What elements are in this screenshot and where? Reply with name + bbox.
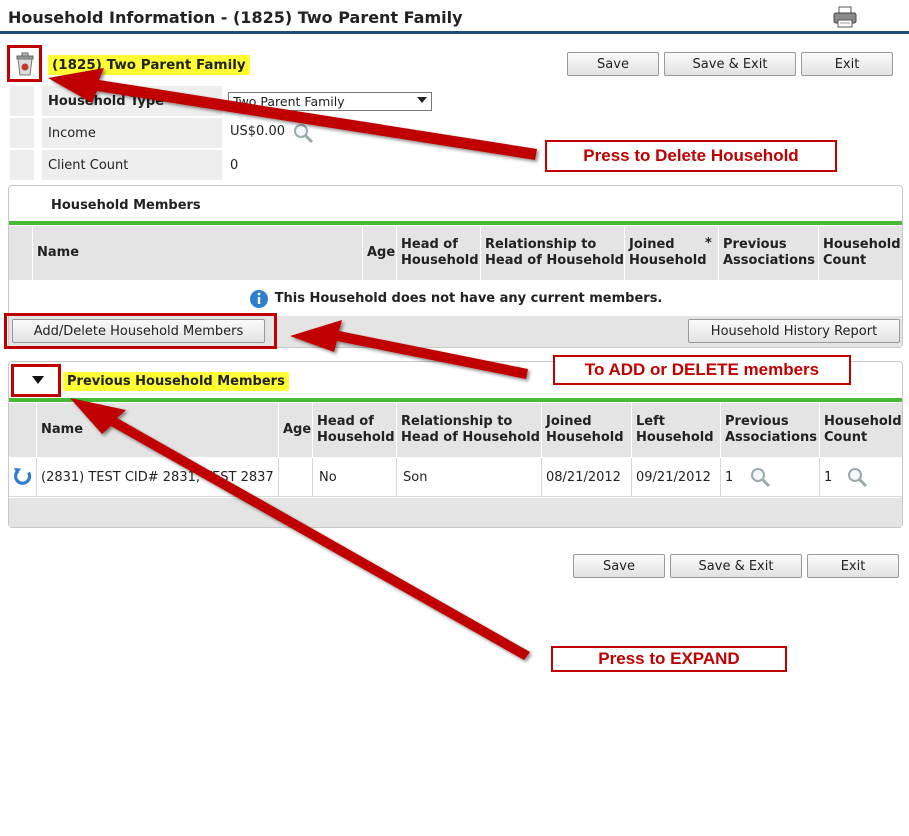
household-type-label: Household Type <box>42 86 222 116</box>
prev-col-relationship[interactable]: Relationship to Head of Household <box>397 403 542 457</box>
member-joined: 08/21/2012 <box>542 458 632 496</box>
callout-expand: Press to EXPAND <box>551 646 787 672</box>
save-exit-button-top[interactable]: Save & Exit <box>664 52 796 76</box>
info-row-spacer <box>10 86 34 116</box>
table-row: (2831) TEST CID# 2831, TEST 2837 No Son … <box>9 458 902 497</box>
client-count-label: Client Count <box>42 150 222 180</box>
expand-highlight-box <box>11 364 61 397</box>
member-age <box>279 458 313 496</box>
info-row-spacer <box>10 118 34 148</box>
panel-divider <box>9 221 902 225</box>
household-members-title: Household Members <box>51 198 201 213</box>
magnifier-icon[interactable] <box>846 466 868 488</box>
exit-button-bottom[interactable]: Exit <box>807 554 899 578</box>
col-relationship[interactable]: Relationship to Head of Household <box>481 226 625 280</box>
household-type-select[interactable]: Two Parent Family <box>228 92 432 111</box>
prev-col-previous[interactable]: Previous Associations <box>721 403 820 457</box>
empty-message: This Household does not have any current… <box>274 291 663 306</box>
col-previous[interactable]: Previous Associations <box>719 226 819 280</box>
member-previous-cell: 1 <box>721 458 820 496</box>
callout-add-delete: To ADD or DELETE members <box>553 355 851 385</box>
prev-col-joined[interactable]: Joined Household <box>542 403 632 457</box>
income-label: Income <box>42 118 222 148</box>
household-name: (1825) Two Parent Family <box>48 55 250 75</box>
chevron-down-icon <box>417 97 427 103</box>
panel-divider <box>9 398 902 402</box>
prev-col-left[interactable]: Left Household <box>632 403 721 457</box>
member-left: 09/21/2012 <box>632 458 721 496</box>
save-button-bottom[interactable]: Save <box>573 554 665 578</box>
info-icon <box>249 289 268 308</box>
member-head: No <box>313 458 397 496</box>
household-history-report-button[interactable]: Household History Report <box>688 319 900 343</box>
col-age[interactable]: Age <box>363 226 397 280</box>
header-spacer <box>9 403 37 457</box>
prev-col-count[interactable]: Household Count <box>820 403 902 457</box>
exit-button-top[interactable]: Exit <box>801 52 893 76</box>
member-previous: 1 <box>725 469 734 485</box>
magnifier-icon[interactable] <box>749 466 771 488</box>
previous-members-title: Previous Household Members <box>63 372 289 391</box>
col-joined-label: Joined Household <box>629 237 707 268</box>
info-row-spacer <box>10 150 34 180</box>
prev-col-head[interactable]: Head of Household <box>313 403 397 457</box>
member-relationship: Son <box>397 458 542 496</box>
save-button-top[interactable]: Save <box>567 52 659 76</box>
member-count: 1 <box>824 469 833 485</box>
members-table-header: Name Age Head of Household Relationship … <box>9 226 902 280</box>
previous-table-header: Name Age Head of Household Relationship … <box>9 403 902 457</box>
restore-cell <box>9 458 37 496</box>
col-name[interactable]: Name <box>33 226 363 280</box>
household-type-value: Two Parent Family <box>233 94 345 109</box>
col-joined[interactable]: Joined Household * <box>625 226 719 280</box>
header-spacer <box>9 226 33 280</box>
printer-icon[interactable] <box>832 6 858 28</box>
member-name: (2831) TEST CID# 2831, TEST 2837 <box>37 458 279 496</box>
client-count-value: 0 <box>230 158 239 173</box>
add-delete-highlight-box <box>4 313 277 349</box>
member-count-cell: 1 <box>820 458 902 496</box>
previous-footer <box>9 498 902 527</box>
required-mark: * <box>705 236 712 251</box>
magnifier-icon[interactable] <box>292 122 314 144</box>
prev-col-name[interactable]: Name <box>37 403 279 457</box>
delete-highlight-box <box>7 45 42 82</box>
save-exit-button-bottom[interactable]: Save & Exit <box>670 554 802 578</box>
empty-message-row: This Household does not have any current… <box>9 281 902 316</box>
col-count[interactable]: Household Count <box>819 226 902 280</box>
restore-icon[interactable] <box>12 466 34 488</box>
income-value: US$0.00 <box>230 124 285 139</box>
page-title: Household Information - (1825) Two Paren… <box>8 8 463 27</box>
col-head[interactable]: Head of Household <box>397 226 481 280</box>
callout-delete: Press to Delete Household <box>545 140 837 172</box>
prev-col-age[interactable]: Age <box>279 403 313 457</box>
